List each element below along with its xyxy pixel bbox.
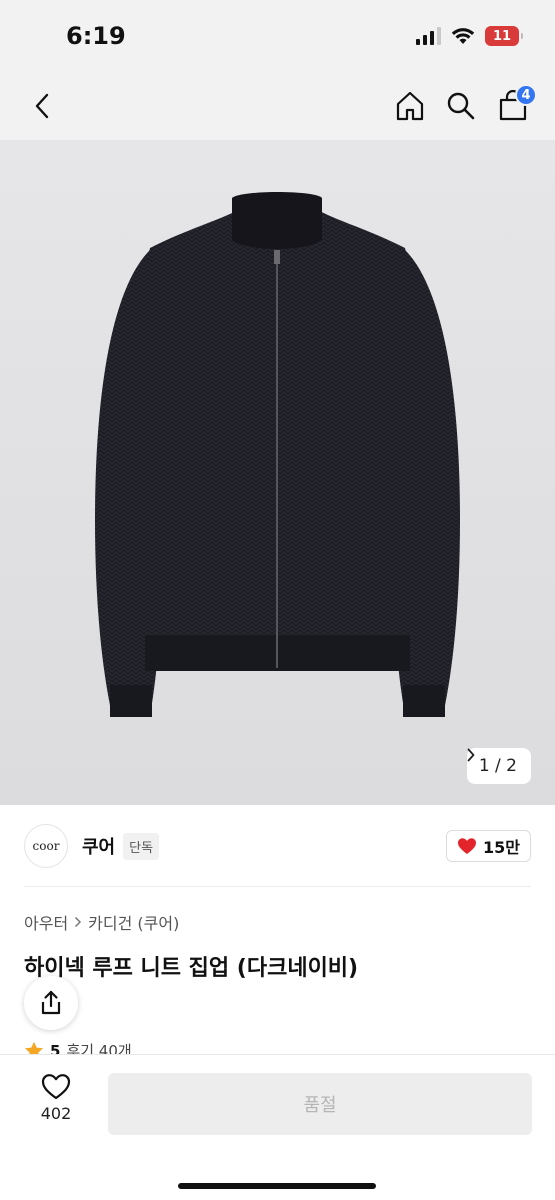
home-icon [396,91,424,121]
brand-row: coor 쿠어 단독 15만 [24,822,531,870]
search-button[interactable] [441,86,481,126]
cart-button[interactable]: 4 [493,84,537,126]
brand-like-button[interactable]: 15만 [446,830,531,862]
status-time: 6:19 [66,22,126,50]
share-icon [41,990,61,1015]
home-button[interactable] [390,86,430,126]
chevron-right-icon [467,748,475,762]
battery-indicator: 11 [485,26,523,46]
heart-outline-icon [41,1074,71,1100]
search-icon [447,92,475,120]
chevron-left-icon [35,93,49,119]
breadcrumb-subcategory[interactable]: 카디건 (쿠어) [88,910,179,934]
brand-name[interactable]: 쿠어 [82,833,115,859]
divider [24,886,531,887]
wishlist-count: 402 [40,1104,72,1123]
share-button[interactable] [24,976,78,1030]
heart-filled-icon [458,838,476,854]
brand-logo[interactable]: coor [24,824,68,868]
wifi-icon [451,28,475,44]
bottom-action-bar: 402 품절 [0,1054,555,1200]
brand-like-count: 15만 [483,838,520,857]
image-counter-text: 1 / 2 [478,756,517,776]
nav-bar: 4 [0,72,555,140]
status-bar: 6:19 11 [0,0,555,72]
back-button[interactable] [24,86,60,126]
signal-icon [416,27,441,45]
wishlist-button[interactable]: 402 [26,1073,86,1133]
home-indicator [178,1183,376,1189]
cart-count-badge: 4 [515,84,537,106]
exclusive-badge: 단독 [123,832,160,860]
product-image[interactable]: 1 / 2 [0,140,555,805]
image-counter[interactable]: 1 / 2 [466,748,531,784]
breadcrumb: 아우터 카디건 (쿠어) [24,910,179,934]
product-photo [95,192,460,717]
chevron-right-icon [75,916,82,928]
breadcrumb-category[interactable]: 아우터 [24,910,68,934]
status-indicators: 11 [416,26,523,46]
product-title: 하이넥 루프 니트 집업 (다크네이비) [24,956,359,981]
sold-out-button: 품절 [108,1073,532,1135]
